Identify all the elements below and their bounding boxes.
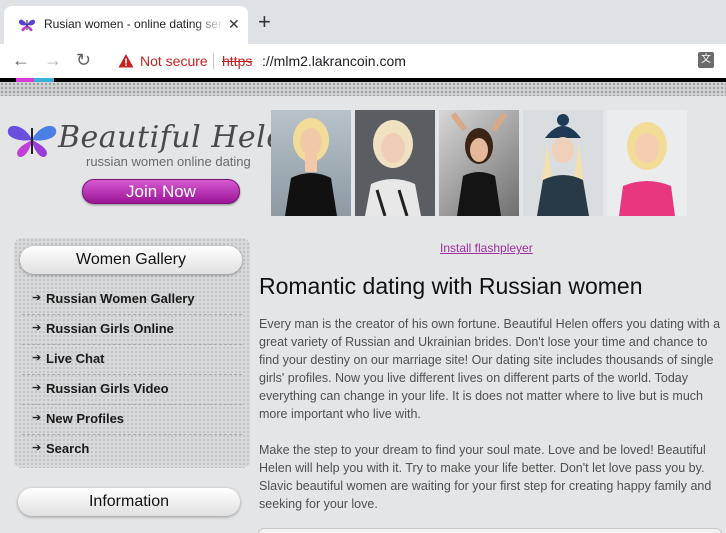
menu-item-live-chat[interactable]: ➔ Live Chat	[22, 344, 242, 375]
arrow-icon: ➔	[32, 292, 42, 304]
arrow-icon: ➔	[32, 442, 42, 454]
tab-strip: Rusian women - online dating service ✕ +	[0, 0, 726, 44]
model-photo-3[interactable]	[439, 110, 519, 216]
tab-title-fade	[194, 12, 224, 38]
woman-photo-1	[285, 118, 337, 216]
reload-icon[interactable]: ↻	[76, 50, 91, 70]
women-gallery-header: Women Gallery	[20, 246, 242, 274]
back-icon[interactable]: ←	[12, 50, 30, 70]
menu-item-label: Russian Girls Video	[46, 381, 169, 396]
url-host: ://mlm2.lakrancoin.com	[262, 53, 406, 69]
menu-item-label: Search	[46, 441, 90, 456]
model-photo-1[interactable]	[271, 110, 351, 216]
butterfly-logo-icon	[7, 125, 57, 158]
menu-item-label: Live Chat	[46, 351, 105, 366]
woman-photo-3	[450, 112, 508, 216]
site-tagline: russian women online dating	[86, 154, 251, 169]
content-box	[258, 528, 722, 533]
forward-icon[interactable]: →	[44, 50, 62, 70]
arrow-icon: ➔	[32, 352, 42, 364]
web-page: Beautiful Helen russian women online dat…	[0, 82, 726, 533]
menu-item-search[interactable]: ➔ Search	[22, 434, 242, 464]
menu-item-label: New Profiles	[46, 411, 125, 426]
address-bar[interactable]: Not secure https ://mlm2.lakrancoin.com	[108, 48, 718, 74]
menu-item-label: Russian Women Gallery	[46, 291, 195, 306]
page-title: Romantic dating with Russian women	[259, 273, 643, 299]
menu-item-label: Russian Girls Online	[46, 321, 174, 336]
logo-text: Beautiful Helen	[58, 120, 305, 155]
second-paragraph: Make the step to your dream to find your…	[259, 443, 712, 511]
menu-item-russian-girls-online[interactable]: ➔ Russian Girls Online	[22, 314, 242, 345]
menu-item-russian-girls-video[interactable]: ➔ Russian Girls Video	[22, 374, 242, 405]
arrow-icon: ➔	[32, 412, 42, 424]
join-now-button[interactable]: Join Now	[82, 179, 240, 204]
women-gallery-panel: Women Gallery ➔ Russian Women Gallery ➔ …	[14, 238, 250, 468]
browser-tab[interactable]: Rusian women - online dating service ✕	[4, 6, 248, 44]
not-secure-label[interactable]: Not secure	[140, 53, 208, 69]
woman-photo-4	[537, 114, 589, 216]
browser-toolbar: ← → ↻ Not secure https ://mlm2.lakrancoi…	[0, 44, 726, 78]
arrow-icon: ➔	[32, 382, 42, 394]
butterfly-icon	[19, 19, 35, 32]
install-flash-link[interactable]: Install flashpleyer	[440, 241, 533, 255]
intro-paragraph: Every man is the creator of his own fort…	[259, 317, 721, 421]
model-photo-2[interactable]	[355, 110, 435, 216]
menu-item-new-profiles[interactable]: ➔ New Profiles	[22, 404, 242, 435]
url-scheme: https	[222, 53, 253, 69]
model-photo-4[interactable]	[523, 110, 603, 216]
arrow-icon: ➔	[32, 322, 42, 334]
model-photo-5[interactable]	[607, 110, 687, 216]
translate-icon[interactable]: 文	[698, 52, 714, 68]
information-header[interactable]: Information	[18, 488, 240, 516]
menu-item-russian-women-gallery[interactable]: ➔ Russian Women Gallery	[22, 284, 242, 315]
warning-icon	[118, 54, 134, 68]
address-separator	[213, 53, 214, 69]
woman-photo-5	[619, 122, 675, 216]
close-icon[interactable]: ✕	[228, 16, 240, 32]
new-tab-button[interactable]: +	[258, 10, 271, 34]
header-texture	[0, 82, 726, 96]
woman-photo-2	[365, 120, 421, 216]
